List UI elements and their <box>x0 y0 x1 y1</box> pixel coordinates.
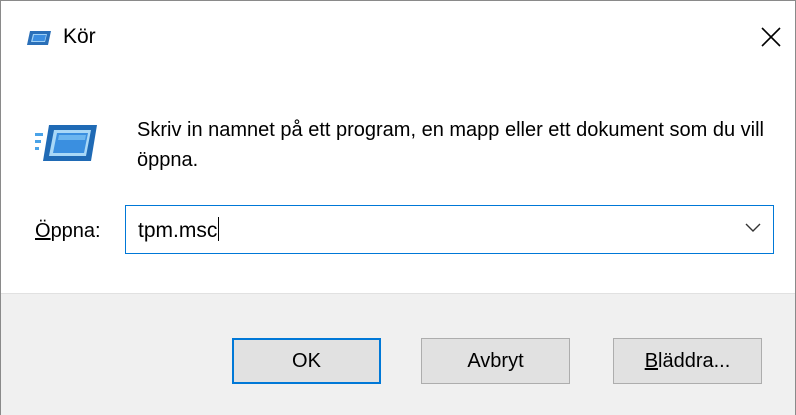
open-combobox[interactable]: tpm.msc <box>125 205 774 254</box>
ok-button[interactable]: OK <box>232 338 381 384</box>
open-label-rest: ppna: <box>50 220 101 242</box>
window-title: Kör <box>63 25 96 48</box>
browse-button[interactable]: Bläddra... <box>613 338 762 384</box>
open-label: Öppna: <box>35 220 101 243</box>
text-caret <box>218 217 220 241</box>
close-icon <box>761 27 781 47</box>
button-bar: OK Avbryt Bläddra... <box>1 293 795 415</box>
cancel-button[interactable]: Avbryt <box>421 338 570 384</box>
open-input-value: tpm.msc <box>138 219 218 242</box>
open-input[interactable]: tpm.msc <box>138 217 220 243</box>
run-app-icon <box>25 29 53 47</box>
chevron-down-icon <box>745 223 761 232</box>
dropdown-button[interactable] <box>733 206 773 253</box>
title-bar[interactable]: Kör <box>1 1 795 79</box>
open-label-accesskey: Ö <box>35 220 51 242</box>
browse-label-rest: läddra... <box>658 350 731 372</box>
browse-accesskey: B <box>644 350 659 372</box>
run-icon <box>35 123 101 163</box>
dialog-description: Skriv in namnet på ett program, en mapp … <box>137 119 764 171</box>
dialog-content: Skriv in namnet på ett program, en mapp … <box>1 79 795 293</box>
close-button[interactable] <box>747 15 795 59</box>
run-dialog: Kör Skriv in namnet på ett program, en m… <box>0 0 796 415</box>
